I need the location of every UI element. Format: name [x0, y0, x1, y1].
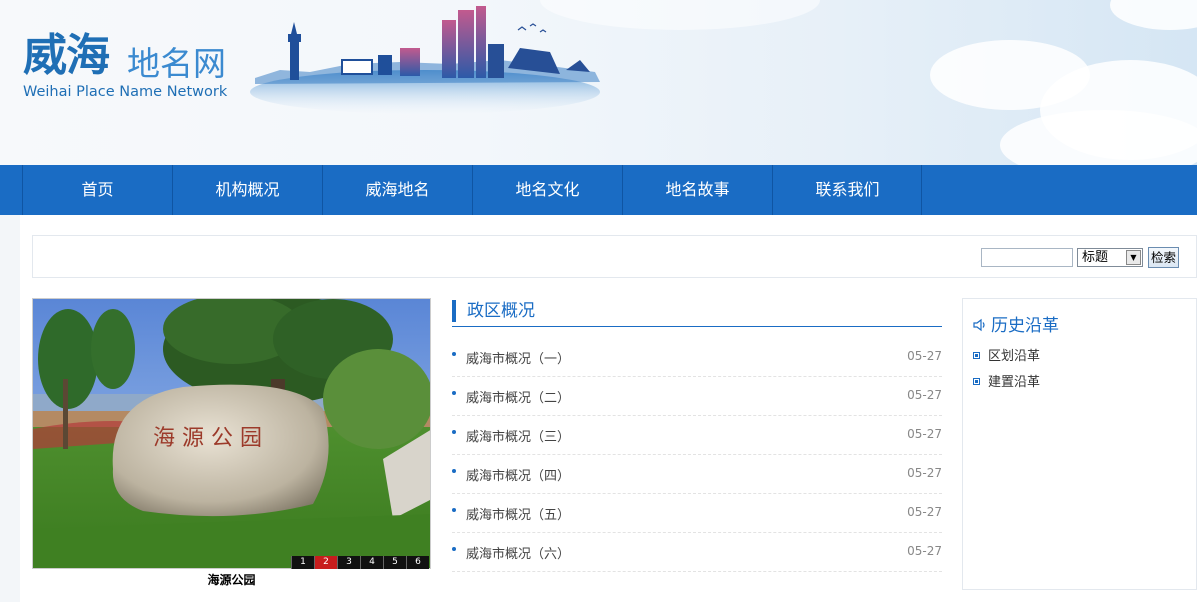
bullet-icon	[452, 352, 456, 356]
list-item[interactable]: 威海市概况（二） 05-27	[452, 377, 942, 416]
main-nav: 首页 机构概况 威海地名 地名文化 地名故事 联系我们	[0, 165, 1197, 215]
speaker-icon	[973, 318, 985, 332]
search-field-select[interactable]: 标题 ▼	[1077, 248, 1143, 267]
bullet-icon	[452, 547, 456, 551]
list-item-date: 05-27	[907, 427, 942, 441]
slideshow-page-5[interactable]: 5	[383, 556, 406, 569]
slideshow-image[interactable]: 海 源 公 园	[32, 298, 431, 569]
slideshow-page-4[interactable]: 4	[360, 556, 383, 569]
sidebar-box	[962, 298, 1197, 590]
slideshow-page-2[interactable]: 2	[314, 556, 337, 569]
list-item-title[interactable]: 威海市概况（二）	[466, 387, 570, 406]
nav-item-weihai-place-names[interactable]: 威海地名	[322, 165, 472, 215]
square-bullet-icon	[973, 378, 980, 385]
list-item-date: 05-27	[907, 505, 942, 519]
bullet-icon	[452, 469, 456, 473]
list-item[interactable]: 威海市概况（三） 05-27	[452, 416, 942, 455]
list-item-title[interactable]: 威海市概况（五）	[466, 504, 570, 523]
search-field-select-value: 标题	[1082, 250, 1109, 265]
list-item-date: 05-27	[907, 544, 942, 558]
list-item[interactable]: 威海市概况（六） 05-27	[452, 533, 942, 572]
bullet-icon	[452, 430, 456, 434]
list-item-title[interactable]: 威海市概况（四）	[466, 465, 570, 484]
list-item[interactable]: 威海市概况（四） 05-27	[452, 455, 942, 494]
nav-item-contact-us[interactable]: 联系我们	[772, 165, 922, 215]
slideshow-pager: 1 2 3 4 5 6	[291, 556, 429, 569]
slideshow-page-3[interactable]: 3	[337, 556, 360, 569]
sidebar-item-label: 区划沿革	[988, 349, 1041, 364]
site-logo-english[interactable]: Weihai Place Name Network	[23, 84, 227, 100]
sidebar-title-text: 历史沿革	[991, 316, 1059, 336]
slideshow-page-1[interactable]: 1	[291, 556, 314, 569]
bullet-icon	[452, 508, 456, 512]
section-title[interactable]: 政区概况	[452, 300, 535, 322]
sidebar-item-label: 建置沿革	[988, 375, 1041, 390]
list-item-date: 05-27	[907, 349, 942, 363]
list-item-title[interactable]: 威海市概况（三）	[466, 426, 570, 445]
square-bullet-icon	[973, 352, 980, 359]
chevron-down-icon[interactable]: ▼	[1126, 250, 1141, 265]
list-item[interactable]: 威海市概况（一） 05-27	[452, 338, 942, 377]
nav-divider	[921, 165, 922, 215]
search-button[interactable]: 检索	[1148, 247, 1179, 268]
park-photo: 海 源 公 园	[33, 299, 430, 568]
sidebar-title[interactable]: 历史沿革	[973, 311, 1059, 336]
section-divider	[452, 326, 942, 327]
list-item-date: 05-27	[907, 388, 942, 402]
nav-item-place-name-stories[interactable]: 地名故事	[622, 165, 772, 215]
bullet-icon	[452, 391, 456, 395]
nav-item-home[interactable]: 首页	[22, 165, 172, 215]
site-header: 威海 地名网 Weihai Place Name Network	[0, 0, 1197, 165]
site-logo-main[interactable]: 威海	[23, 34, 110, 78]
nav-item-place-name-culture[interactable]: 地名文化	[472, 165, 622, 215]
slideshow-caption[interactable]: 海源公园	[32, 571, 431, 588]
slideshow-page-6[interactable]: 6	[406, 556, 429, 569]
sidebar-item-division-history[interactable]: 区划沿革	[973, 345, 1040, 364]
city-skyline-banner	[250, 6, 600, 114]
list-item-title[interactable]: 威海市概况（六）	[466, 543, 570, 562]
svg-text:海 源 公 园: 海 源 公 园	[153, 426, 262, 451]
search-input[interactable]	[981, 248, 1073, 267]
list-item[interactable]: 威海市概况（五） 05-27	[452, 494, 942, 533]
list-item-title[interactable]: 威海市概况（一）	[466, 348, 570, 367]
site-logo-sub[interactable]: 地名网	[127, 47, 226, 80]
sidebar-item-establishment-history[interactable]: 建置沿革	[973, 371, 1040, 390]
nav-item-organization[interactable]: 机构概况	[172, 165, 322, 215]
list-item-date: 05-27	[907, 466, 942, 480]
